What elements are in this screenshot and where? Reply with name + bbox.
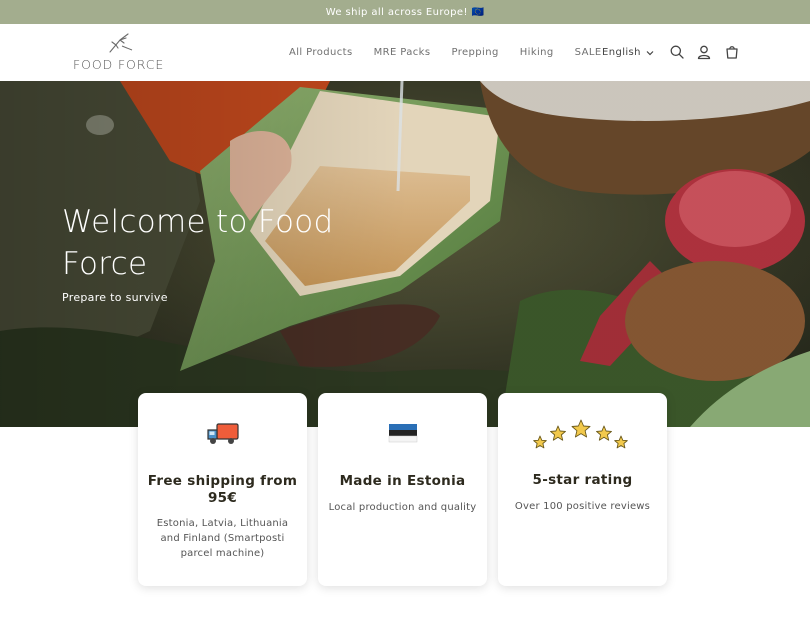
language-label: English [602, 47, 641, 58]
search-icon[interactable] [669, 44, 685, 60]
feature-title: Made in Estonia [339, 473, 466, 489]
announcement-bar: We ship all across Europe! 🇪🇺 [0, 0, 810, 24]
site-header: FOOD FORCE All Products MRE Packs Preppi… [0, 24, 810, 81]
hero-subtitle: Prepare to survive [62, 291, 168, 304]
nav-sale[interactable]: SALE [575, 47, 602, 58]
feature-title: 5-star rating [532, 472, 633, 488]
nav-all-products[interactable]: All Products [289, 47, 353, 58]
feature-text: Estonia, Latvia, Lithuania and Finland (… [156, 518, 289, 559]
feature-card-estonia: Made in Estonia Local production and qua… [318, 393, 487, 586]
estonia-flag-icon [388, 424, 417, 443]
feature-card-shipping: Free shipping from 95€ Estonia, Latvia, … [138, 393, 307, 586]
feature-card-rating: 5-star rating Over 100 positive reviews [498, 393, 667, 586]
feature-text: Over 100 positive reviews [514, 501, 651, 512]
announcement-text: We ship all across Europe! 🇪🇺 [325, 6, 485, 18]
cart-icon[interactable] [724, 44, 740, 60]
logo[interactable]: FOOD FORCE [73, 32, 173, 74]
chevron-down-icon [646, 50, 654, 55]
truck-icon [206, 423, 239, 444]
logo-text: FOOD FORCE [73, 57, 165, 72]
feature-title: Free shipping from 95€ [147, 473, 298, 506]
nav-hiking[interactable]: Hiking [520, 47, 554, 58]
nav-mre-packs[interactable]: MRE Packs [374, 47, 431, 58]
logo-mark-icon [109, 33, 133, 53]
main-nav: All Products MRE Packs Prepping Hiking S… [289, 24, 623, 81]
account-icon[interactable] [696, 44, 712, 60]
language-selector[interactable]: English [602, 24, 654, 81]
hero-title: Welcome to Food Force [62, 204, 334, 282]
feature-text: Local production and quality [328, 502, 477, 513]
stars-icon [532, 419, 628, 449]
hero-banner: Welcome to Food Force Prepare to survive [0, 81, 810, 427]
nav-prepping[interactable]: Prepping [451, 47, 498, 58]
